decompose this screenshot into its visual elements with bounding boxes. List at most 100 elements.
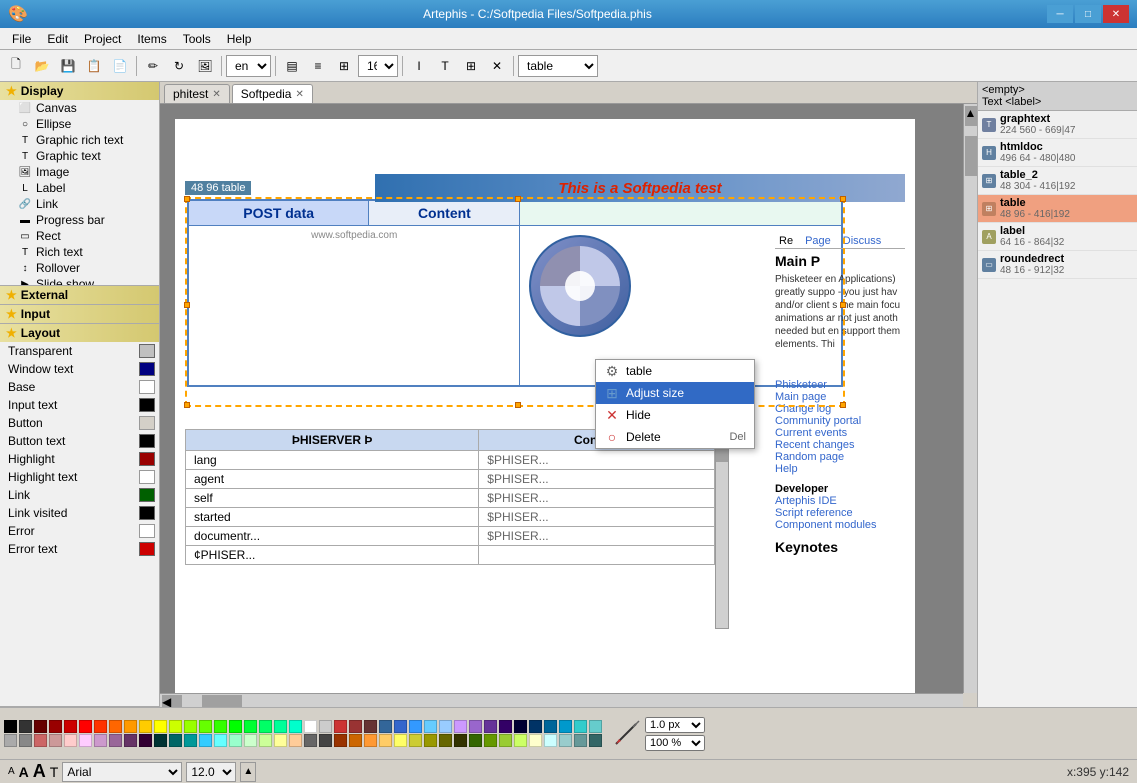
- toolbar-grid[interactable]: ⊞: [332, 54, 356, 78]
- palette-cell-66[interactable]: [394, 734, 407, 747]
- palette-cell-52[interactable]: [184, 734, 197, 747]
- palette-cell-64[interactable]: [364, 734, 377, 747]
- handle-mr[interactable]: [840, 302, 846, 308]
- canvas-vscroll[interactable]: ▲: [963, 104, 977, 693]
- minimize-button[interactable]: ─: [1047, 5, 1073, 23]
- layout-error-text[interactable]: Error text: [0, 540, 159, 558]
- maximize-button[interactable]: □: [1075, 5, 1101, 23]
- palette-cell-78[interactable]: [574, 734, 587, 747]
- close-button[interactable]: ✕: [1103, 5, 1129, 23]
- canvas-vscroll-thumb[interactable]: [965, 136, 977, 176]
- palette-cell-27[interactable]: [409, 720, 422, 733]
- toolbar-new[interactable]: 🗋: [4, 54, 28, 78]
- layout-header[interactable]: ★ Layout: [0, 324, 159, 342]
- palette-cell-18[interactable]: [274, 720, 287, 733]
- palette-cell-44[interactable]: [64, 734, 77, 747]
- right-item-graphtext[interactable]: T graphtext 224 560 - 669|47: [978, 111, 1137, 139]
- palette-cell-9[interactable]: [139, 720, 152, 733]
- palette-cell-67[interactable]: [409, 734, 422, 747]
- panel-item-ellipse[interactable]: ○ Ellipse: [0, 116, 159, 132]
- palette-cell-72[interactable]: [484, 734, 497, 747]
- panel-item-graphic-rich-text[interactable]: T Graphic rich text: [0, 132, 159, 148]
- wiki-link-script[interactable]: Script reference: [775, 507, 905, 519]
- wiki-link-current[interactable]: Current events: [775, 427, 905, 439]
- palette-cell-70[interactable]: [454, 734, 467, 747]
- layout-link-visited[interactable]: Link visited: [0, 504, 159, 522]
- handle-tl[interactable]: [184, 196, 190, 202]
- palette-cell-46[interactable]: [94, 734, 107, 747]
- font-medium-btn[interactable]: A: [19, 764, 29, 780]
- palette-cell-50[interactable]: [154, 734, 167, 747]
- handle-bm[interactable]: [515, 402, 521, 408]
- palette-cell-48[interactable]: [124, 734, 137, 747]
- palette-cell-77[interactable]: [559, 734, 572, 747]
- palette-cell-20[interactable]: [304, 720, 317, 733]
- palette-cell-42[interactable]: [34, 734, 47, 747]
- layout-window-text[interactable]: Window text: [0, 360, 159, 378]
- palette-cell-76[interactable]: [544, 734, 557, 747]
- palette-cell-31[interactable]: [469, 720, 482, 733]
- palette-cell-10[interactable]: [154, 720, 167, 733]
- palette-cell-79[interactable]: [589, 734, 602, 747]
- palette-cell-6[interactable]: [94, 720, 107, 733]
- palette-cell-45[interactable]: [79, 734, 92, 747]
- stroke-selector[interactable]: 1.0 px: [645, 717, 705, 733]
- palette-cell-11[interactable]: [169, 720, 182, 733]
- palette-cell-24[interactable]: [364, 720, 377, 733]
- layout-button[interactable]: Button: [0, 414, 159, 432]
- tab-softpedia[interactable]: Softpedia ✕: [232, 84, 313, 103]
- palette-cell-26[interactable]: [394, 720, 407, 733]
- palette-cell-68[interactable]: [424, 734, 437, 747]
- handle-tm[interactable]: [515, 196, 521, 202]
- tab-softpedia-close[interactable]: ✕: [295, 89, 303, 100]
- wiki-link-component[interactable]: Component modules: [775, 519, 905, 531]
- panel-item-link[interactable]: 🔗 Link: [0, 196, 159, 212]
- palette-cell-38[interactable]: [574, 720, 587, 733]
- palette-cell-33[interactable]: [499, 720, 512, 733]
- panel-item-rollover[interactable]: ↕ Rollover: [0, 260, 159, 276]
- context-menu-adjust-size[interactable]: ⊞ Adjust size: [596, 382, 754, 404]
- palette-cell-3[interactable]: [49, 720, 62, 733]
- right-item-roundedrect[interactable]: ▭ roundedrect 48 16 - 912|32: [978, 251, 1137, 279]
- palette-cell-69[interactable]: [439, 734, 452, 747]
- toolbar-save[interactable]: 💾: [56, 54, 80, 78]
- palette-cell-5[interactable]: [79, 720, 92, 733]
- panel-item-progress-bar[interactable]: ▬ Progress bar: [0, 212, 159, 228]
- wiki-link-artephis[interactable]: Artephis IDE: [775, 495, 905, 507]
- palette-cell-4[interactable]: [64, 720, 77, 733]
- palette-cell-12[interactable]: [184, 720, 197, 733]
- palette-cell-34[interactable]: [514, 720, 527, 733]
- palette-cell-14[interactable]: [214, 720, 227, 733]
- toolbar-rotate[interactable]: ↻: [167, 54, 191, 78]
- palette-cell-1[interactable]: [19, 720, 32, 733]
- toolbar-save2[interactable]: 📋: [82, 54, 106, 78]
- menu-file[interactable]: File: [4, 30, 39, 48]
- palette-cell-43[interactable]: [49, 734, 62, 747]
- context-menu-delete[interactable]: ○ Delete Del: [596, 426, 754, 448]
- palette-cell-54[interactable]: [214, 734, 227, 747]
- data-table-scrollbar[interactable]: [715, 429, 729, 629]
- layout-button-text[interactable]: Button text: [0, 432, 159, 450]
- canvas-hscroll-left[interactable]: ◀: [162, 695, 182, 707]
- font-small-btn[interactable]: A: [8, 766, 15, 777]
- input-header[interactable]: ★ Input: [0, 305, 159, 323]
- wiki-link-community[interactable]: Community portal: [775, 415, 905, 427]
- menu-project[interactable]: Project: [76, 30, 129, 48]
- font-size-up-btn[interactable]: ▲: [240, 762, 256, 782]
- palette-cell-74[interactable]: [514, 734, 527, 747]
- toolbar-btn-c[interactable]: ⊞: [459, 54, 483, 78]
- menu-tools[interactable]: Tools: [175, 30, 219, 48]
- palette-cell-47[interactable]: [109, 734, 122, 747]
- wiki-tab-discuss[interactable]: Discuss: [839, 234, 886, 248]
- palette-cell-32[interactable]: [484, 720, 497, 733]
- palette-cell-59[interactable]: [289, 734, 302, 747]
- palette-cell-29[interactable]: [439, 720, 452, 733]
- tab-phitest-close[interactable]: ✕: [212, 89, 220, 100]
- panel-item-image[interactable]: 🖼 Image: [0, 164, 159, 180]
- palette-cell-36[interactable]: [544, 720, 557, 733]
- lang-selector[interactable]: en: [226, 55, 271, 77]
- wiki-link-random[interactable]: Random page: [775, 451, 905, 463]
- panel-item-canvas[interactable]: ⬜ Canvas: [0, 100, 159, 116]
- palette-cell-51[interactable]: [169, 734, 182, 747]
- right-item-table[interactable]: ⊞ table 48 96 - 416|192: [978, 195, 1137, 223]
